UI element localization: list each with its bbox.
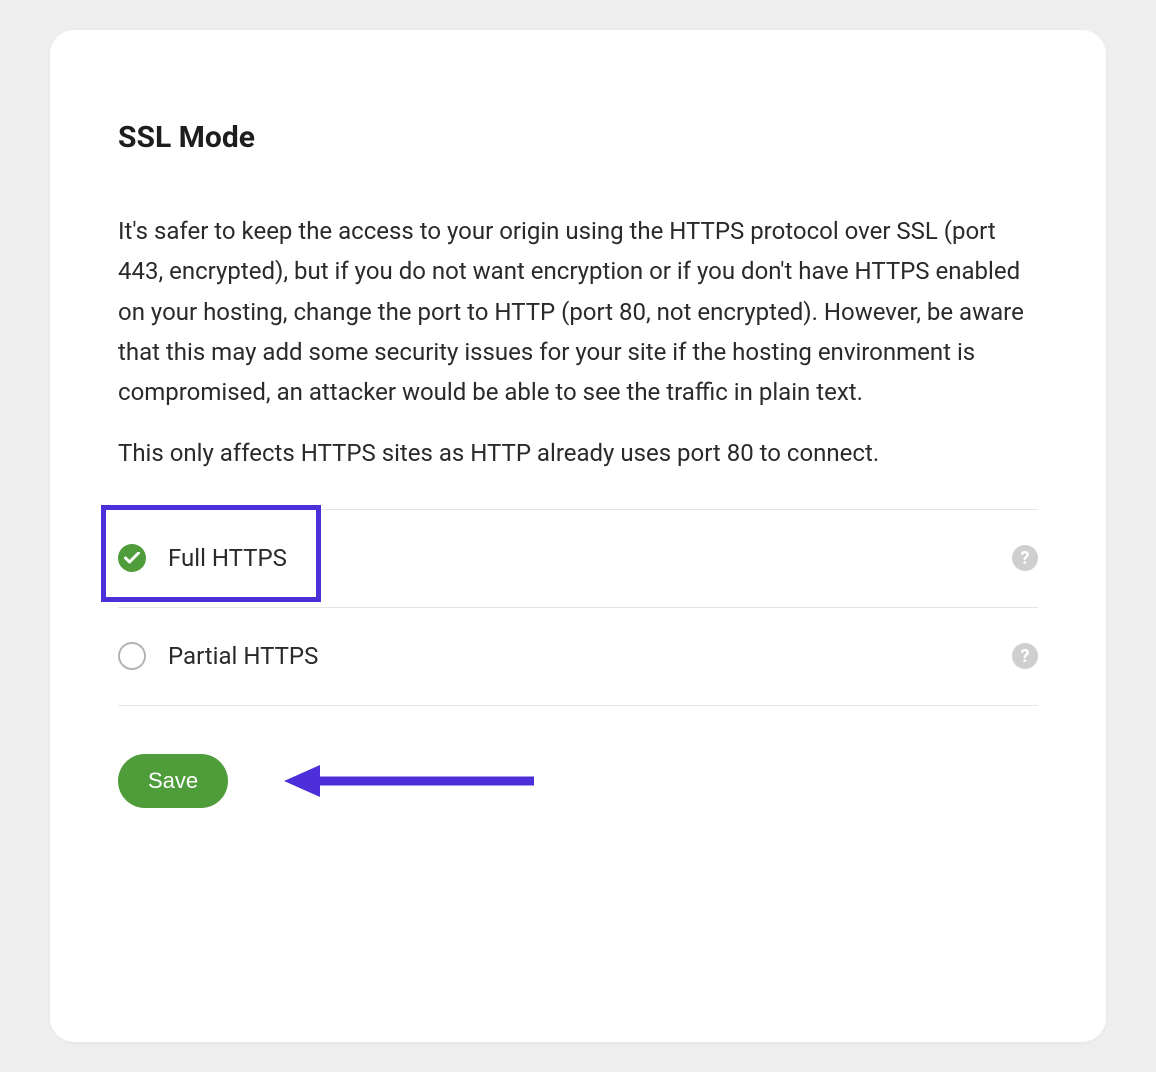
ssl-option-partial-https[interactable]: Partial HTTPS ? — [118, 608, 1038, 706]
help-icon[interactable]: ? — [1012, 545, 1038, 571]
save-button[interactable]: Save — [118, 754, 228, 808]
panel-description-1: It's safer to keep the access to your or… — [118, 211, 1038, 413]
panel-description-2: This only affects HTTPS sites as HTTP al… — [118, 433, 1038, 473]
help-icon[interactable]: ? — [1012, 643, 1038, 669]
radio-label: Full HTTPS — [168, 544, 1012, 572]
arrow-annotation-icon — [284, 761, 534, 801]
radio-unselected-icon — [118, 642, 146, 670]
ssl-mode-options: Full HTTPS ? Partial HTTPS ? — [118, 509, 1038, 706]
radio-selected-icon — [118, 544, 146, 572]
ssl-mode-card: SSL Mode It's safer to keep the access t… — [50, 30, 1106, 1042]
radio-label: Partial HTTPS — [168, 642, 1012, 670]
save-row: Save — [118, 754, 1038, 808]
ssl-option-full-https[interactable]: Full HTTPS ? — [118, 510, 1038, 608]
panel-title: SSL Mode — [118, 120, 1038, 155]
